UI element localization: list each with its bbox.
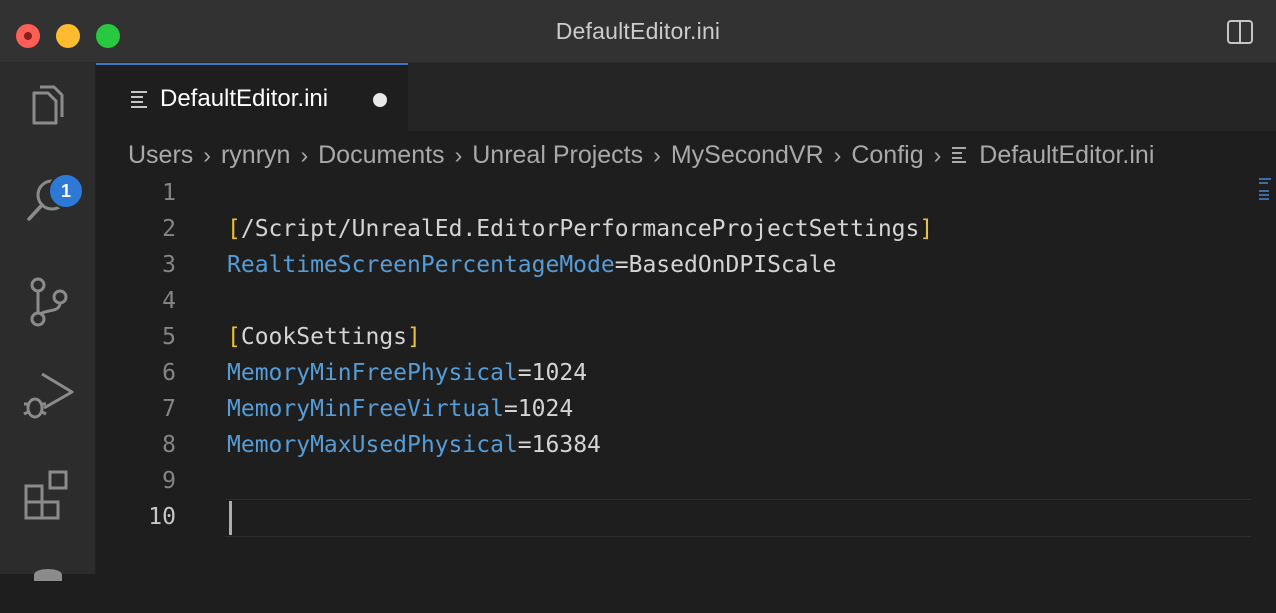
- code-text: RealtimeScreenPercentageMode=BasedOnDPIS…: [227, 247, 836, 283]
- setting-key: MemoryMinFreePhysical: [227, 360, 518, 386]
- unsaved-dot-icon[interactable]: [373, 93, 387, 107]
- title-bar: DefaultEditor.ini: [0, 0, 1276, 63]
- section-open-bracket: [: [227, 216, 241, 242]
- line-number: 3: [162, 252, 176, 278]
- equals-sign: =: [503, 396, 518, 422]
- breadcrumb-item[interactable]: Unreal Projects: [472, 141, 643, 170]
- extensions-icon[interactable]: [22, 468, 74, 520]
- explorer-badge: 1: [48, 173, 84, 209]
- breadcrumb: Users › rynryn › Documents › Unreal Projects › M…: [128, 138, 1154, 172]
- line-number: 1: [162, 180, 176, 206]
- breadcrumb-separator-icon: ›: [454, 141, 463, 168]
- line-number: 8: [162, 432, 176, 458]
- equals-sign: =: [614, 252, 629, 278]
- setting-value: BasedOnDPIScale: [628, 252, 837, 278]
- code-line[interactable]: 7 MemoryMinFreeVirtual=1024: [96, 391, 1256, 427]
- setting-value: 1024: [517, 396, 574, 422]
- toggle-panel-icon[interactable]: [1226, 18, 1254, 46]
- window-title: DefaultEditor.ini: [555, 18, 721, 44]
- line-number: 4: [162, 288, 176, 314]
- section-name: CookSettings: [240, 324, 408, 350]
- activity-bar: 1: [0, 63, 96, 581]
- remote-icon[interactable]: [22, 561, 74, 613]
- code-text: MemoryMinFreeVirtual=1024: [227, 391, 573, 427]
- code-line[interactable]: 9: [96, 463, 1256, 499]
- code-line[interactable]: 10: [96, 499, 1256, 535]
- breadcrumb-item[interactable]: DefaultEditor.ini: [979, 141, 1154, 170]
- section-close-bracket: ]: [919, 216, 934, 242]
- setting-value: 1024: [531, 360, 588, 386]
- setting-key: MemoryMaxUsedPhysical: [227, 432, 518, 458]
- code-text: [/Script/UnrealEd.EditorPerformanceProje…: [227, 211, 933, 247]
- line-number: 9: [162, 468, 176, 494]
- code-text: MemoryMaxUsedPhysical=16384: [227, 427, 601, 463]
- file-lines-icon: [952, 147, 967, 163]
- breadcrumb-item[interactable]: Documents: [318, 141, 444, 170]
- tab-bar: DefaultEditor.ini: [96, 63, 1276, 133]
- breadcrumb-item[interactable]: Config: [851, 141, 923, 170]
- breadcrumb-item[interactable]: MySecondVR: [671, 141, 824, 170]
- section-name: /Script/UnrealEd.EditorPerformanceProjec…: [240, 216, 920, 242]
- breadcrumb-separator-icon: ›: [653, 141, 661, 168]
- equals-sign: =: [517, 432, 532, 458]
- breadcrumb-separator-icon: ›: [300, 141, 309, 168]
- setting-key: MemoryMinFreeVirtual: [227, 396, 504, 422]
- setting-value: 16384: [531, 432, 601, 458]
- line-number: 5: [162, 324, 176, 350]
- code-line[interactable]: 3 RealtimeScreenPercentageMode=BasedOnDPI…: [96, 247, 1256, 283]
- tab-label: DefaultEditor.ini: [160, 85, 329, 112]
- source-control-icon[interactable]: [22, 275, 74, 327]
- code-line[interactable]: 4: [96, 283, 1256, 319]
- breadcrumb-separator-icon: ›: [203, 141, 211, 168]
- breadcrumb-item[interactable]: rynryn: [221, 141, 290, 170]
- code-line[interactable]: 5 [CookSettings]: [96, 319, 1256, 355]
- breadcrumb-separator-icon: ›: [833, 141, 842, 168]
- equals-sign: =: [517, 360, 532, 386]
- code-line[interactable]: 1: [96, 175, 1256, 211]
- code-line[interactable]: 6 MemoryMinFreePhysical=1024: [96, 355, 1256, 391]
- line-number: 6: [162, 360, 176, 386]
- breadcrumb-separator-icon: ›: [933, 141, 942, 168]
- line-number: 10: [148, 504, 176, 530]
- section-open-bracket: [: [227, 324, 241, 350]
- section-close-bracket: ]: [407, 324, 421, 350]
- file-lines-icon: [131, 91, 147, 108]
- run-and-debug-icon[interactable]: [22, 368, 74, 420]
- code-line[interactable]: 8 MemoryMaxUsedPhysical=16384: [96, 427, 1256, 463]
- breadcrumb-item[interactable]: Users: [128, 141, 193, 170]
- tab-defaulteditor-ini[interactable]: DefaultEditor.ini: [96, 63, 408, 133]
- explorer-files-icon[interactable]: [22, 83, 74, 135]
- setting-key: RealtimeScreenPercentageMode: [227, 252, 615, 278]
- line-number: 2: [162, 216, 176, 242]
- minimap[interactable]: [1259, 178, 1273, 208]
- code-line[interactable]: 2 [/Script/UnrealEd.EditorPerformanceProj…: [96, 211, 1256, 247]
- line-number: 7: [162, 396, 176, 422]
- code-editor[interactable]: 1 2 [/Script/UnrealEd.EditorPerformancePro…: [96, 175, 1276, 574]
- code-text: MemoryMinFreePhysical=1024: [227, 355, 587, 391]
- code-text: [CookSettings]: [227, 319, 421, 355]
